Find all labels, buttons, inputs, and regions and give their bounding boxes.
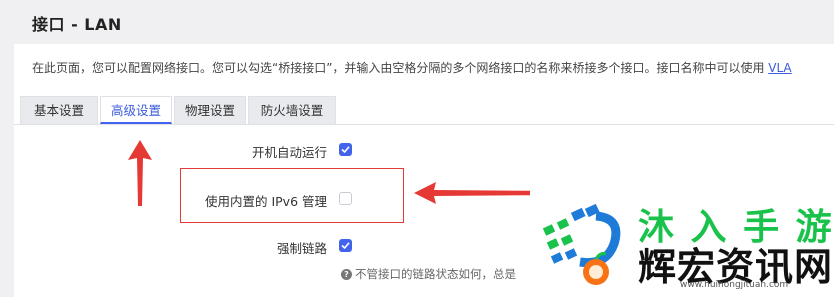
annotation-up-arrow — [128, 140, 152, 206]
description-text: 在此页面，您可以配置网络接口。您可以勾选“桥接接口”，并输入由空格分隔的多个网络… — [32, 61, 769, 75]
page-description: 在此页面，您可以配置网络接口。您可以勾选“桥接接口”，并输入由空格分隔的多个网络… — [32, 59, 792, 76]
annotation-highlight-box — [180, 168, 404, 223]
watermark-url: www.huihongjituan.com — [680, 280, 789, 290]
force-link-checkbox[interactable] — [339, 239, 352, 252]
description-panel: 在此页面，您可以配置网络接口。您可以勾选“桥接接口”，并输入由空格分隔的多个网络… — [14, 44, 834, 88]
tab-firewall-settings[interactable]: 防火墙设置 — [248, 96, 336, 124]
watermark-logo-icon — [542, 203, 621, 285]
tab-bar: 基本设置 高级设置 物理设置 防火墙设置 — [14, 88, 834, 125]
auto-start-label: 开机自动运行 — [251, 145, 327, 160]
check-icon — [341, 146, 350, 154]
force-link-label: 强制链路 — [276, 241, 327, 256]
tab-basic-settings[interactable]: 基本设置 — [20, 96, 98, 124]
help-text: 不管接口的链路状态如何，总是 — [355, 267, 516, 281]
check-icon — [341, 242, 350, 250]
force-link-help: ? 不管接口的链路状态如何，总是 — [341, 266, 516, 282]
header-band: 接口 - LAN — [0, 0, 834, 44]
watermark: 沐 入 手 游 辉宏资讯网 www.huihongjituan.com — [530, 190, 834, 297]
page-title: 接口 - LAN — [32, 15, 122, 34]
tab-advanced-settings[interactable]: 高级设置 — [100, 96, 172, 124]
question-icon: ? — [341, 269, 352, 280]
vlan-link[interactable]: VLA — [768, 61, 791, 75]
auto-start-checkbox[interactable] — [339, 143, 352, 156]
tab-physical-settings[interactable]: 物理设置 — [174, 96, 246, 124]
